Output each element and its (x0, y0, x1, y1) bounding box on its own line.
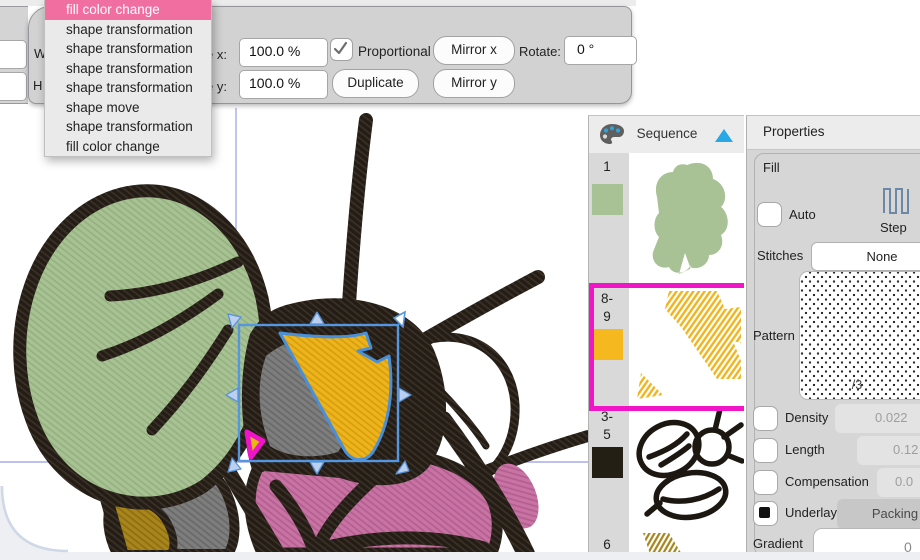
menu-item-shape-transformation[interactable]: shape transformation (45, 39, 211, 59)
sequence-item-number: 1 (589, 159, 625, 174)
color-swatch (592, 329, 623, 360)
proportional-checkbox[interactable] (330, 38, 353, 61)
sequence-item-number: 3- (589, 409, 625, 424)
menu-item-fill-color-change[interactable]: fill color change (45, 0, 211, 20)
gradient-value: 0 (904, 539, 912, 553)
sequence-item-4[interactable]: 6 (589, 529, 744, 553)
pattern-fraction: /3 (799, 378, 915, 392)
rotate-label: Rotate: (519, 44, 561, 59)
stitches-dropdown[interactable]: None (811, 242, 920, 271)
sequence-item-2[interactable]: 8- 9 (589, 283, 744, 402)
menu-item-shape-transformation[interactable]: shape transformation (45, 78, 211, 98)
left-wing (20, 191, 267, 503)
pattern-label: Pattern (753, 328, 795, 343)
checked-square-icon (759, 507, 770, 518)
antenna (348, 120, 366, 320)
gradient-field[interactable]: 0 (813, 528, 920, 553)
duplicate-button[interactable]: Duplicate (332, 69, 419, 98)
density-label: Density (785, 410, 828, 425)
window-bottom-edge (0, 552, 920, 560)
gradient-label: Gradient (753, 536, 803, 551)
rotate-input[interactable]: 0 ° (564, 36, 637, 65)
proportional-label: Proportional (358, 44, 431, 59)
density-value[interactable]: 0.022 (875, 410, 908, 425)
sequence-item-number: 5 (589, 427, 625, 442)
sequence-thumbnail-4 (629, 529, 744, 553)
mirror-y-button[interactable]: Mirror y (433, 69, 515, 98)
properties-panel: Properties Fill Auto Step Stitches None … (746, 115, 920, 553)
sequence-item-number: 8- (589, 291, 625, 306)
scale-y-input[interactable]: 100.0 % (239, 70, 328, 99)
menu-item-shape-transformation[interactable]: shape transformation (45, 117, 211, 137)
sequence-panel: Sequence 1 8- 9 (588, 115, 744, 553)
color-swatch (592, 447, 623, 478)
properties-header: Properties (747, 116, 920, 150)
sequence-item-3[interactable]: 3- 5 (589, 401, 744, 530)
scale-x-input[interactable]: 100.0 % (239, 38, 328, 67)
height-label: H (33, 78, 42, 93)
menu-item-shape-move[interactable]: shape move (45, 98, 211, 118)
length-checkbox[interactable] (753, 438, 778, 463)
stitches-label: Stitches (757, 248, 803, 263)
auto-label: Auto (789, 207, 816, 222)
height-input[interactable] (0, 72, 27, 101)
compensation-checkbox[interactable] (753, 470, 778, 495)
sequence-header: Sequence (589, 116, 744, 154)
history-dropdown-menu: fill color change shape transformation s… (44, 0, 212, 157)
length-value[interactable]: 0.12 (893, 442, 918, 457)
compensation-label: Compensation (785, 474, 869, 489)
sequence-thumbnail-1 (629, 153, 744, 283)
sequence-thumbnail-2 (629, 283, 744, 401)
collapse-triangle-icon[interactable] (715, 129, 733, 142)
embroidery-design (20, 120, 588, 554)
underlay-label: Underlay (785, 505, 837, 520)
underlay-type-dropdown[interactable]: Packing (837, 499, 920, 529)
mirror-x-button[interactable]: Mirror x (433, 36, 515, 65)
sequence-thumbnail-3 (629, 401, 744, 529)
checkmark-icon (331, 39, 350, 58)
menu-item-shape-transformation[interactable]: shape transformation (45, 59, 211, 79)
length-label: Length (785, 442, 825, 457)
sequence-item-1[interactable]: 1 (589, 153, 744, 284)
underlay-checkbox[interactable] (753, 501, 778, 526)
sequence-item-number: 6 (589, 537, 625, 552)
menu-item-shape-transformation[interactable]: shape transformation (45, 20, 211, 40)
density-checkbox[interactable] (753, 406, 778, 431)
color-swatch (592, 184, 623, 215)
fill-section-label: Fill (763, 160, 780, 175)
step-label: Step (880, 220, 907, 235)
auto-checkbox[interactable] (757, 202, 782, 227)
properties-title: Properties (763, 124, 825, 139)
compensation-value[interactable]: 0.0 (895, 474, 913, 489)
step-fill-icon[interactable] (881, 186, 911, 216)
sequence-item-number: 9 (589, 309, 625, 324)
menu-item-fill-color-change[interactable]: fill color change (45, 137, 211, 157)
width-input[interactable] (0, 40, 27, 69)
toolbar-left-fragment (0, 6, 28, 104)
